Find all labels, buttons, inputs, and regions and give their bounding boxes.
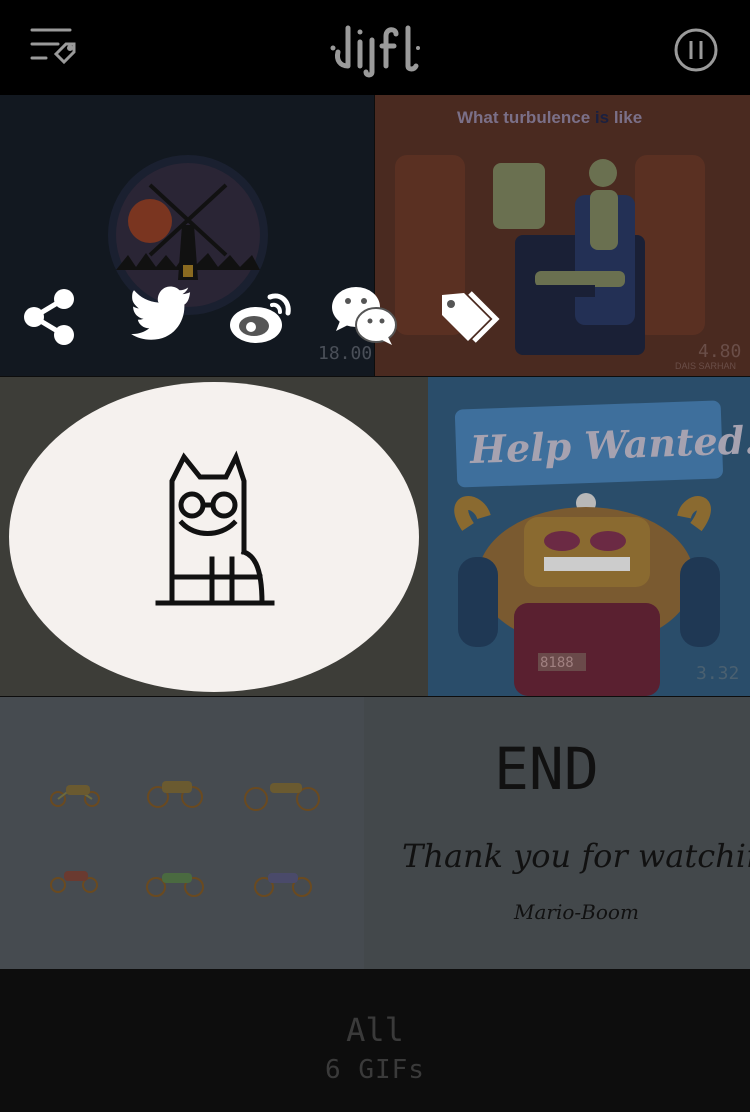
top-bar [0, 0, 750, 95]
wechat-icon[interactable] [330, 285, 400, 351]
gif-count: 6 GIFs [325, 1055, 425, 1085]
end-author: Mario-Boom [513, 900, 639, 924]
playlist-tag-icon[interactable] [28, 24, 80, 70]
end-title: END [494, 735, 599, 803]
selection-highlight [9, 382, 419, 692]
share-icon[interactable] [20, 285, 90, 351]
category-label[interactable]: All [0, 1011, 750, 1049]
footer: All 6 GIFs [0, 969, 750, 1112]
pause-button[interactable] [672, 26, 720, 74]
gif-timestamp: 4.80 [698, 341, 741, 362]
counter-display: 8188 [540, 655, 574, 671]
twitter-icon[interactable] [125, 285, 195, 351]
gif-tile-end-card[interactable]: END Thank you for watching !! Mario-Boom [364, 697, 750, 969]
gif-caption: What turbulence is like [457, 108, 642, 127]
share-toolbar [0, 285, 520, 355]
end-message: Thank you for watching !! [402, 837, 750, 875]
gif-tile-help-wanted[interactable]: Help Wanted! 8188 3.32 [428, 377, 750, 696]
app-logo [330, 22, 420, 78]
gif-tile-motorcycles[interactable] [0, 697, 364, 969]
weibo-icon[interactable] [228, 285, 298, 351]
tag-icon[interactable] [438, 285, 508, 351]
gif-tile-cat[interactable] [0, 377, 428, 696]
gif-timestamp: 3.32 [696, 663, 739, 684]
pause-circle-icon [674, 28, 718, 72]
gif-credit: DAIS SARHAN [675, 361, 736, 371]
